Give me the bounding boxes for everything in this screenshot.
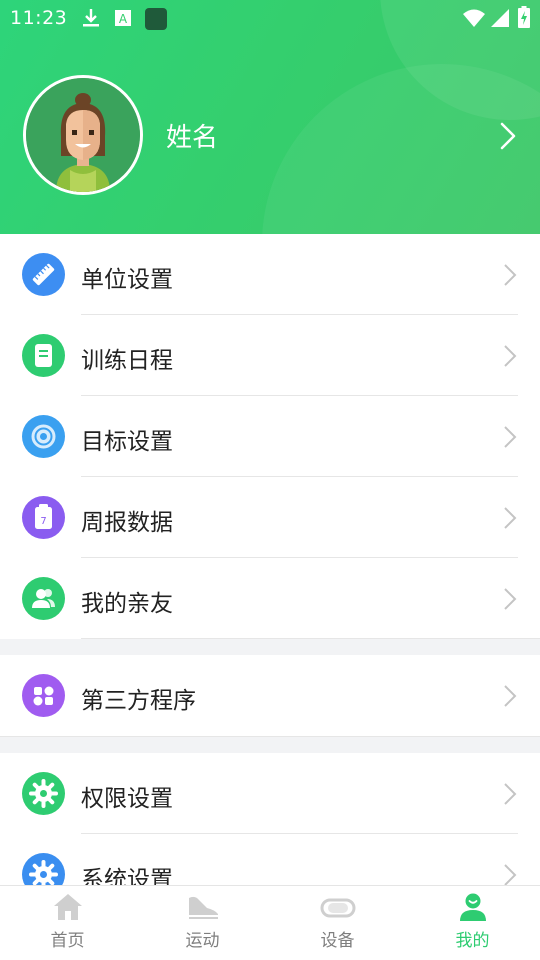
- profile-name[interactable]: 姓名: [166, 117, 218, 154]
- ruler-pencil-icon: [22, 253, 65, 296]
- chevron-right-icon: [503, 263, 517, 291]
- menu-item-label: 周报数据: [81, 510, 173, 536]
- gear-icon: [22, 772, 65, 815]
- signal-icon: [490, 8, 510, 33]
- section-gap: [0, 639, 540, 655]
- battery-charging-icon: [518, 6, 530, 33]
- menu-item-friends[interactable]: 我的亲友: [0, 558, 540, 639]
- home-icon: [52, 892, 84, 926]
- tab-label: 设备: [320, 931, 355, 951]
- chevron-right-icon: [503, 684, 517, 712]
- wifi-icon: [462, 8, 486, 33]
- profile-header: 11:23 A 姓名: [0, 0, 540, 234]
- status-bar: 11:23 A: [0, 0, 540, 38]
- menu-group-2: 第三方程序: [0, 655, 540, 737]
- status-time: 11:23: [10, 7, 68, 29]
- keyboard-a-icon: A: [114, 9, 132, 32]
- menu-item-label: 单位设置: [81, 267, 173, 293]
- settings-list: 单位设置 训练日程 目标设置 7 周报数据 我的亲友 第三方程序 权限设置 系统…: [0, 234, 540, 915]
- chevron-right-icon: [503, 506, 517, 534]
- apps-icon: [22, 674, 65, 717]
- chevron-right-icon: [503, 782, 517, 810]
- tab-home[interactable]: 首页: [0, 886, 135, 960]
- chevron-right-icon[interactable]: [498, 121, 518, 155]
- chevron-right-icon: [503, 344, 517, 372]
- notebook-icon: [22, 334, 65, 377]
- menu-item-label: 训练日程: [81, 348, 173, 374]
- bottom-tab-bar: 首页 运动 设备 我的: [0, 885, 540, 960]
- tab-mine[interactable]: 我的: [405, 886, 540, 960]
- menu-item-goal-settings[interactable]: 目标设置: [0, 396, 540, 477]
- target-icon: [22, 415, 65, 458]
- download-icon: [80, 7, 102, 34]
- svg-text:A: A: [119, 12, 128, 26]
- avatar[interactable]: [23, 75, 143, 195]
- user-icon: [458, 892, 488, 926]
- tab-device[interactable]: 设备: [270, 886, 405, 960]
- menu-item-training-schedule[interactable]: 训练日程: [0, 315, 540, 396]
- svg-text:7: 7: [40, 516, 46, 527]
- chevron-right-icon: [503, 425, 517, 453]
- menu-item-label: 权限设置: [81, 786, 173, 812]
- divider: [81, 638, 540, 639]
- shoe-icon: [185, 892, 221, 926]
- menu-item-label: 我的亲友: [81, 591, 173, 617]
- tab-label: 首页: [50, 931, 85, 951]
- app-notification-icon: [145, 8, 167, 35]
- menu-item-third-party-apps[interactable]: 第三方程序: [0, 655, 540, 736]
- band-icon: [320, 892, 356, 926]
- tab-label: 我的: [455, 931, 490, 951]
- menu-group-1: 单位设置 训练日程 目标设置 7 周报数据 我的亲友: [0, 234, 540, 639]
- tab-sport[interactable]: 运动: [135, 886, 270, 960]
- section-gap: [0, 737, 540, 753]
- tab-label: 运动: [185, 931, 220, 951]
- friends-icon: [22, 577, 65, 620]
- menu-item-label: 第三方程序: [81, 688, 196, 714]
- menu-item-permission-settings[interactable]: 权限设置: [0, 753, 540, 834]
- calendar-icon: 7: [22, 496, 65, 539]
- menu-item-unit-settings[interactable]: 单位设置: [0, 234, 540, 315]
- chevron-right-icon: [503, 587, 517, 615]
- menu-item-weekly-report[interactable]: 7 周报数据: [0, 477, 540, 558]
- menu-item-label: 目标设置: [81, 429, 173, 455]
